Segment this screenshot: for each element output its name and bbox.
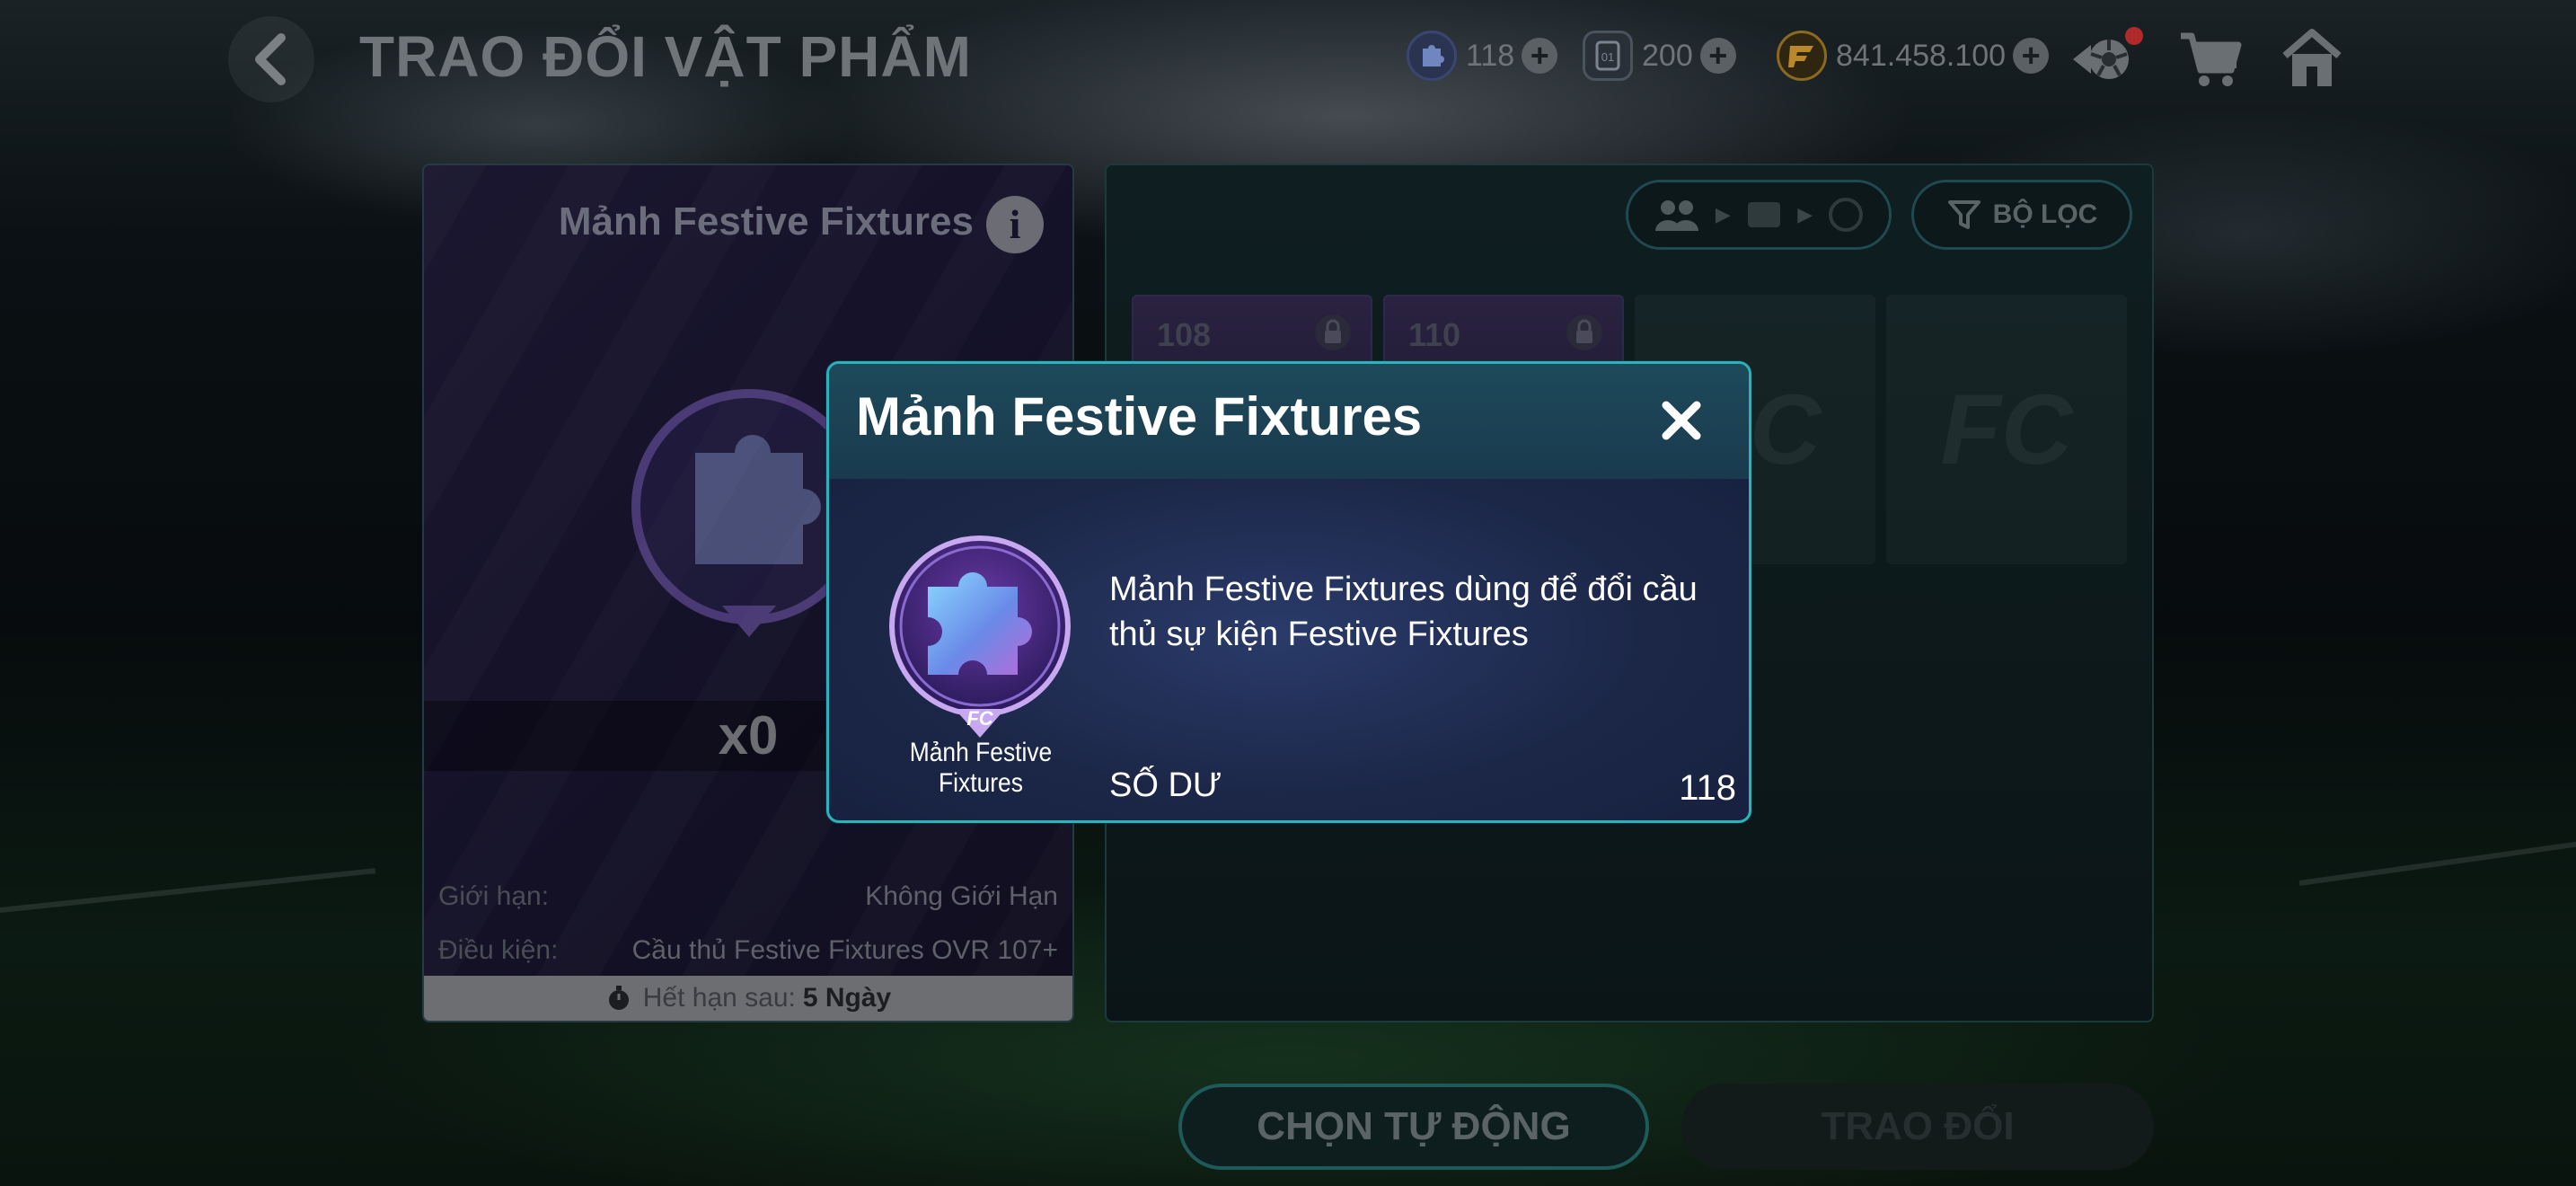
limit-value: Không Giới Hạn [865,881,1058,911]
chevron-left-icon [255,33,286,85]
modal-title: Mảnh Festive Fixtures [856,386,1423,447]
expiry-value: 5 Ngày [802,983,892,1013]
filter-button[interactable]: BỘ LỌC [1911,180,2132,250]
balance-value: 118 [1679,768,1736,808]
add-fc-coins-button[interactable]: + [2013,38,2050,74]
chevron-right-icon: ▶ [1715,203,1731,226]
player-ovr: 108 [1157,316,1212,353]
expiry-label: Hết hạn sau: [642,983,796,1013]
svg-text:01: 01 [1601,50,1614,64]
player-ovr: 110 [1408,316,1461,353]
chevron-right-icon: ▶ [1797,203,1813,226]
puzzle-token-icon [1407,31,1457,81]
trade-button[interactable]: TRAO ĐỔI [1681,1084,2154,1170]
limit-row: Giới hạn: Không Giới Hạn [424,870,1072,924]
currency-puzzle-tokens[interactable]: 118 + [1407,29,1558,83]
condition-label: Điều kiện: [438,935,559,965]
fc-coin-icon [1777,31,1827,81]
club-icon [1747,202,1780,227]
notification-badge [2125,27,2143,45]
close-icon [1662,401,1701,440]
empty-card-slot[interactable]: FC [1886,295,2127,564]
item-caption: Mảnh Festive Fixtures [909,738,1053,798]
filter-label: BỘ LỌC [1992,199,2098,229]
auto-select-button[interactable]: CHỌN TỰ ĐỘNG [1178,1084,1649,1170]
stopwatch-icon [608,986,629,1010]
currency-fc-coins[interactable]: 841.458.100 + [1777,29,2050,83]
svg-text:FC: FC [966,707,993,730]
position-filter[interactable]: ▶ ▶ [1626,180,1892,250]
expiry-bar: Hết hạn sau: 5 Ngày [424,976,1072,1021]
puzzle-medal-icon: FC [889,535,1071,738]
fc-coin-count: 841.458.100 [1836,38,2007,73]
condition-row: Điều kiện: Cầu thủ Festive Fixtures OVR … [424,924,1072,978]
cart-icon[interactable] [2174,23,2245,95]
currency-tickets[interactable]: 01 200 + [1583,29,1736,83]
add-puzzle-tokens-button[interactable]: + [1522,38,1558,74]
ticket-count: 200 [1642,38,1693,73]
home-icon[interactable] [2276,23,2348,95]
puzzle-token-count: 118 [1466,38,1515,73]
info-icon[interactable]: i [986,196,1044,253]
close-button[interactable] [1650,389,1713,452]
add-tickets-button[interactable]: + [1699,38,1736,74]
ticket-icon: 01 [1583,31,1633,81]
limit-label: Giới hạn: [438,881,550,911]
page-title: TRAO ĐỔI VẬT PHẨM [359,24,972,89]
team-icon [1654,200,1698,231]
back-button[interactable] [228,16,314,102]
nation-icon [1829,198,1864,232]
item-info-modal: Mảnh Festive Fixtures FC Mảnh Festive Fi… [826,361,1751,823]
lock-icon [1566,314,1602,350]
item-description: Mảnh Festive Fixtures dùng để đổi cầu th… [1109,571,1698,653]
condition-value: Cầu thủ Festive Fixtures OVR 107+ [631,935,1058,965]
item-title: Mảnh Festive Fixtures [558,199,974,243]
funnel-icon [1947,200,1981,229]
lock-icon [1315,314,1351,350]
balance-label: SỐ DƯ [1109,766,1222,804]
